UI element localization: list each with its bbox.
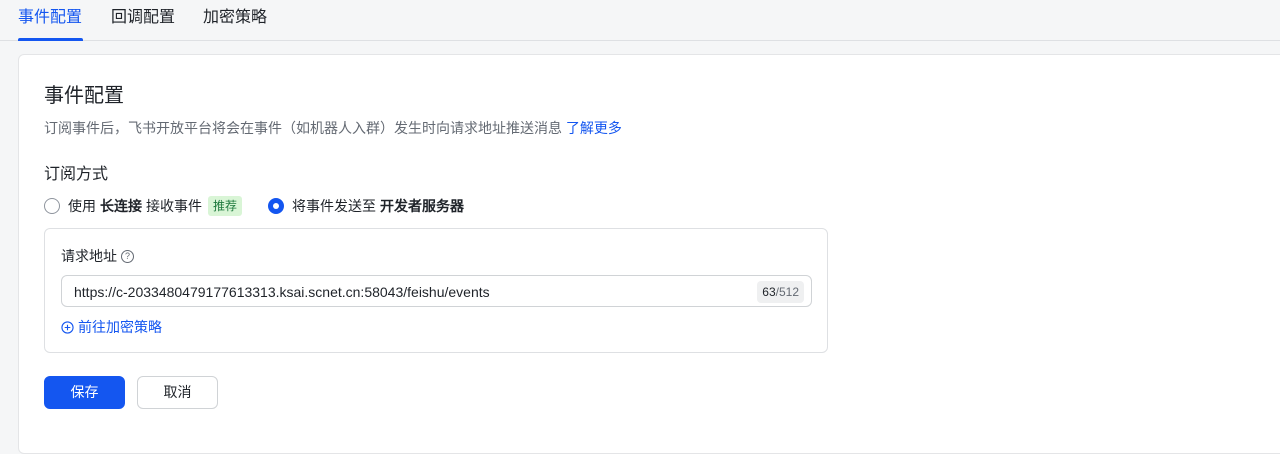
char-max: /512: [775, 285, 799, 299]
radio-circle[interactable]: [44, 198, 60, 214]
goto-encryption-text[interactable]: 前往加密策略: [78, 317, 162, 337]
goto-encryption-link[interactable]: 前往加密策略: [61, 317, 162, 337]
radio-label-prefix: 使用: [68, 198, 96, 214]
request-url-value[interactable]: https://c-2033480479177613313.ksai.scnet…: [74, 282, 490, 302]
request-url-label-text: 请求地址: [61, 248, 117, 264]
subscription-method-title: 订阅方式: [44, 166, 109, 183]
char-count: 63: [762, 285, 776, 299]
tab-callback-config[interactable]: 回调配置: [111, 7, 175, 29]
page-title: 事件配置: [44, 85, 124, 107]
radio-label-bold: 长连接: [100, 198, 142, 214]
add-circle-icon: [61, 320, 74, 334]
event-config-card: 事件配置 订阅事件后，飞书开放平台将会在事件（如机器人入群）发生时向请求地址推送…: [18, 54, 1280, 454]
radio-long-connection[interactable]: 使用 长连接 接收事件 推荐: [44, 195, 243, 217]
request-url-input[interactable]: https://c-2033480479177613313.ksai.scnet…: [61, 275, 812, 307]
char-counter: 63/512: [757, 281, 804, 303]
radio-developer-server[interactable]: 将事件发送至 开发者服务器: [268, 195, 468, 217]
radio-circle-checked[interactable]: [268, 198, 284, 214]
tab-encryption-strategy[interactable]: 加密策略: [203, 7, 267, 29]
active-tab-indicator: [18, 38, 83, 41]
tab-event-config[interactable]: 事件配置: [18, 7, 82, 29]
request-url-panel: 请求地址 ? https://c-2033480479177613313.ksa…: [44, 228, 828, 353]
page-description: 订阅事件后，飞书开放平台将会在事件（如机器人入群）发生时向请求地址推送消息 了解…: [44, 118, 622, 138]
request-url-label: 请求地址 ?: [61, 246, 134, 266]
description-text: 订阅事件后，飞书开放平台将会在事件（如机器人入群）发生时向请求地址推送消息: [44, 120, 562, 136]
save-button[interactable]: 保存: [44, 376, 125, 409]
help-icon[interactable]: ?: [121, 249, 134, 263]
radio-label-suffix: 接收事件: [146, 198, 202, 214]
cancel-button[interactable]: 取消: [137, 376, 218, 409]
tab-bar: 事件配置 回调配置 加密策略: [0, 0, 1280, 41]
radio-label-prefix: 将事件发送至: [292, 198, 376, 214]
learn-more-link[interactable]: 了解更多: [566, 120, 622, 136]
radio-label-bold: 开发者服务器: [380, 198, 464, 214]
recommended-tag: 推荐: [208, 196, 243, 216]
